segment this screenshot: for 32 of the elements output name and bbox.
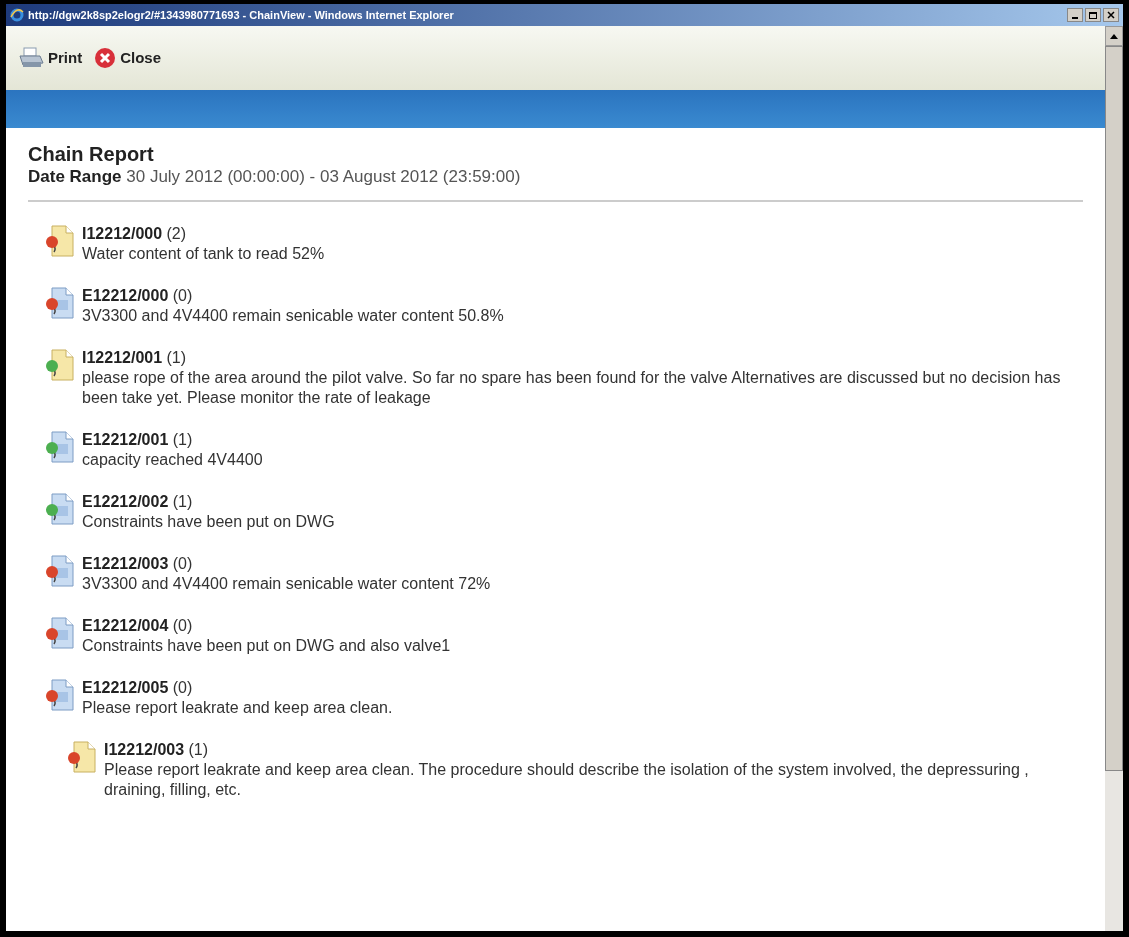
browser-icon	[10, 8, 24, 22]
entry-heading[interactable]: E12212/000 (0)	[82, 286, 504, 306]
entry-heading[interactable]: E12212/005 (0)	[82, 678, 393, 698]
entry-text: Please report leakrate and keep area clean.	[82, 698, 393, 718]
maximize-button[interactable]	[1085, 8, 1101, 22]
printer-icon	[18, 47, 44, 69]
entry-text: Water content of tank to read 52%	[82, 244, 325, 264]
entry-text: Constraints have been put on DWG and also valve1	[82, 636, 451, 656]
print-button[interactable]: Print	[18, 46, 83, 70]
date-range: Date Range 30 July 2012 (00:00:00) - 03 August 2012 (23:59:00)	[28, 166, 522, 188]
entry-text: 3V3300 and 4V4400 remain senicable water content 72%	[82, 574, 491, 594]
window-title: http://dgw2k8sp2elogr2/#1343980771693 - ChainView - Windows Internet Explorer	[28, 7, 454, 23]
entry-heading[interactable]: E12212/001 (1)	[82, 430, 263, 450]
close-window-button[interactable]	[1103, 8, 1119, 22]
scroll-up-button[interactable]	[1105, 26, 1123, 46]
entry-heading[interactable]: E12212/003 (0)	[82, 554, 491, 574]
entry-heading[interactable]: E12212/004 (0)	[82, 616, 451, 636]
entry-text: Please report leakrate and keep area clean. The procedure should describe the isolation of the system involved, the depressuring , draining, filling, etc.	[104, 760, 1030, 800]
entry-text: please rope of the area around the pilot valve. So far no spare has been found for the valve Alternatives are discussed but no decision has been take yet. Please monitor the rate of leakage	[82, 368, 1062, 408]
entry-heading[interactable]: I12212/003 (1)	[104, 740, 1073, 760]
entry-heading[interactable]: I12212/001 (1)	[82, 348, 1073, 368]
up-arrow-icon	[1110, 33, 1118, 39]
close-icon	[94, 47, 117, 69]
close-button[interactable]: Close	[94, 46, 162, 70]
minimize-button[interactable]	[1067, 8, 1083, 22]
entry-heading[interactable]: E12212/002 (1)	[82, 492, 335, 512]
entry-text: Constraints have been put on DWG	[82, 512, 335, 532]
entry-text: 3V3300 and 4V4400 remain senicable water content 50.8%	[82, 306, 504, 326]
entry-text: capacity reached 4V4400	[82, 450, 263, 470]
close-icon	[1107, 11, 1115, 19]
entry-heading[interactable]: I12212/000 (2)	[82, 224, 325, 244]
report-title: Chain Report	[28, 142, 155, 166]
